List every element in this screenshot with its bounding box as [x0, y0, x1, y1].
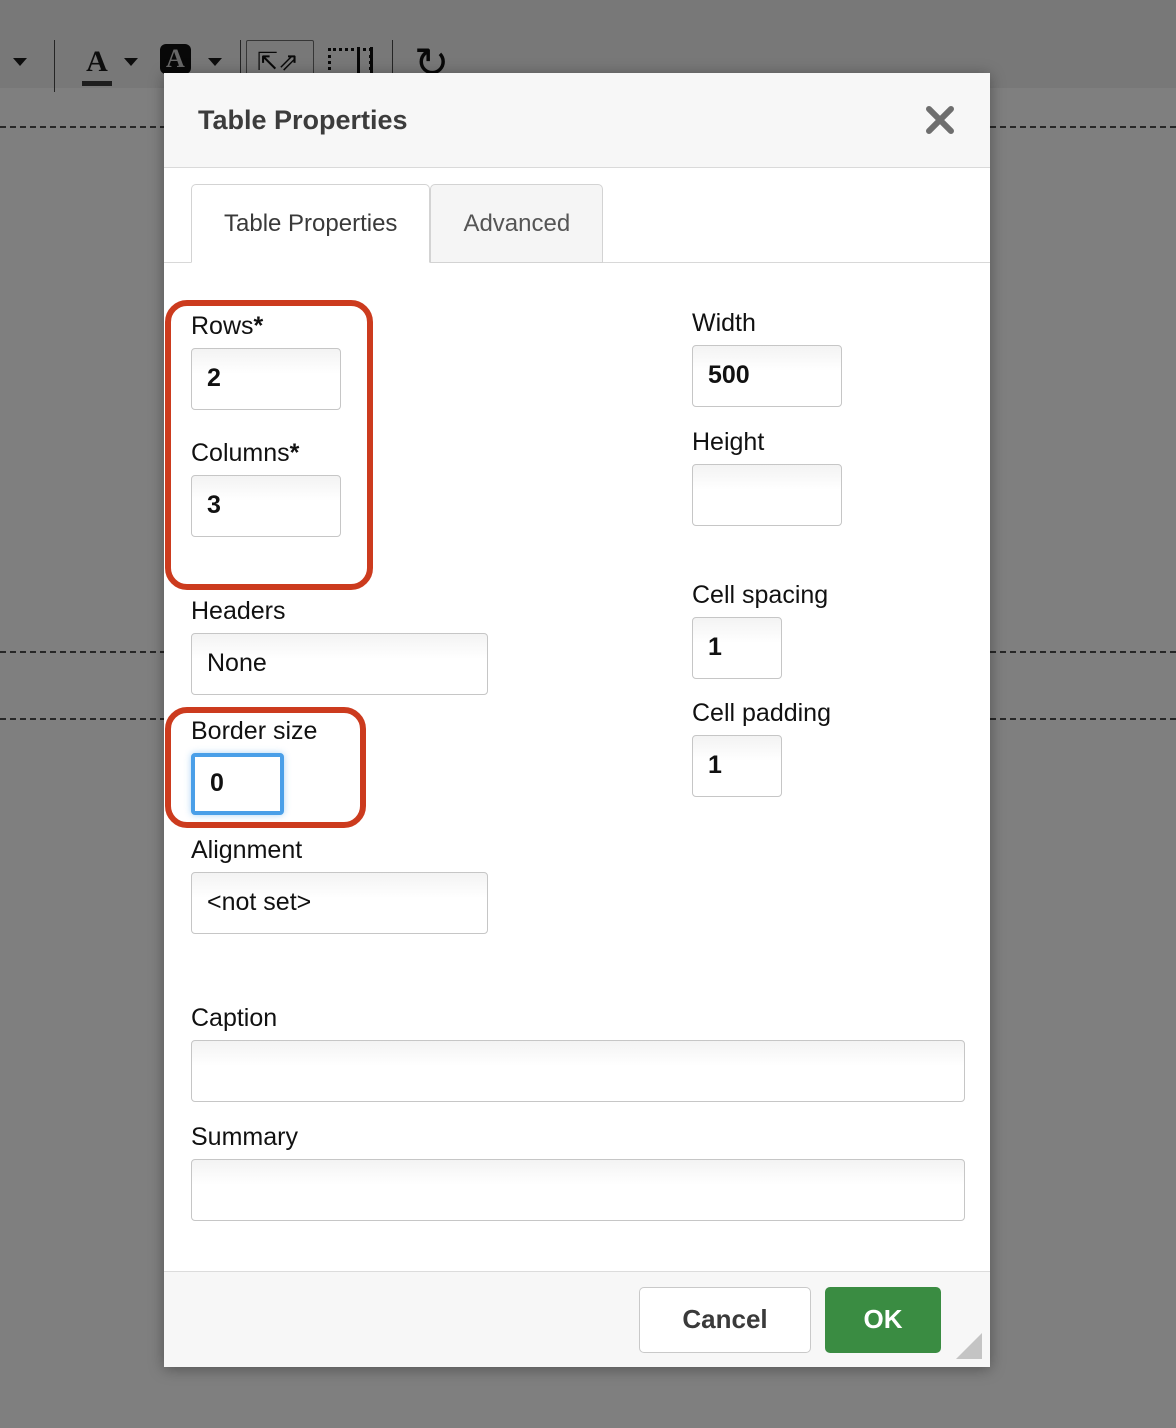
border-size-input[interactable]: 0	[191, 752, 284, 815]
field-summary: Summary	[191, 1123, 965, 1221]
field-rows: Rows* 2	[191, 312, 491, 410]
headers-label: Headers	[191, 597, 286, 625]
rows-label: Rows*	[191, 312, 264, 340]
height-input[interactable]	[692, 463, 842, 526]
rows-input[interactable]: 2	[191, 347, 341, 410]
cell-spacing-label: Cell spacing	[692, 581, 829, 609]
cell-padding-label: Cell padding	[692, 699, 831, 727]
dialog-header: Table Properties	[164, 73, 990, 168]
caption-input[interactable]	[191, 1039, 965, 1102]
field-columns: Columns* 3	[191, 439, 491, 537]
page-title: Table Properties	[198, 104, 408, 135]
cell-spacing-input[interactable]: 1	[692, 616, 782, 679]
border-size-label: Border size	[191, 717, 318, 745]
width-input[interactable]: 500	[692, 344, 842, 407]
alignment-select[interactable]: <not set>	[191, 871, 488, 934]
columns-input[interactable]: 3	[191, 474, 341, 537]
caption-label: Caption	[191, 1004, 278, 1032]
cell-padding-input[interactable]: 1	[692, 734, 782, 797]
columns-label: Columns*	[191, 439, 300, 467]
dialog-body: Rows* 2 Columns* 3 Headers None Border s…	[164, 263, 990, 1271]
alignment-label: Alignment	[191, 836, 303, 864]
summary-label: Summary	[191, 1123, 298, 1151]
field-cell-spacing: Cell spacing 1	[692, 581, 952, 679]
dialog-tabs: Table Properties Advanced	[164, 168, 990, 263]
cancel-button[interactable]: Cancel	[639, 1286, 811, 1353]
resize-grip-icon[interactable]	[956, 1333, 982, 1359]
field-headers: Headers None	[191, 597, 491, 695]
field-width: Width 500	[692, 309, 952, 407]
table-properties-dialog: Table Properties Table Properties Advanc…	[164, 73, 990, 1367]
close-icon[interactable]	[918, 98, 962, 142]
field-border-size: Border size 0	[191, 717, 491, 815]
field-caption: Caption	[191, 1004, 965, 1102]
field-cell-padding: Cell padding 1	[692, 699, 952, 797]
tab-label: Table Properties	[224, 209, 398, 237]
headers-select[interactable]: None	[191, 632, 488, 695]
tab-advanced[interactable]: Advanced	[430, 184, 604, 263]
ok-button[interactable]: OK	[825, 1286, 941, 1353]
dialog-footer: Cancel OK	[164, 1271, 990, 1367]
tab-table-properties[interactable]: Table Properties	[191, 184, 431, 263]
field-height: Height	[692, 428, 952, 526]
field-alignment: Alignment <not set>	[191, 836, 491, 934]
summary-input[interactable]	[191, 1158, 965, 1221]
tab-label: Advanced	[463, 209, 571, 237]
height-label: Height	[692, 428, 765, 456]
width-label: Width	[692, 309, 756, 337]
